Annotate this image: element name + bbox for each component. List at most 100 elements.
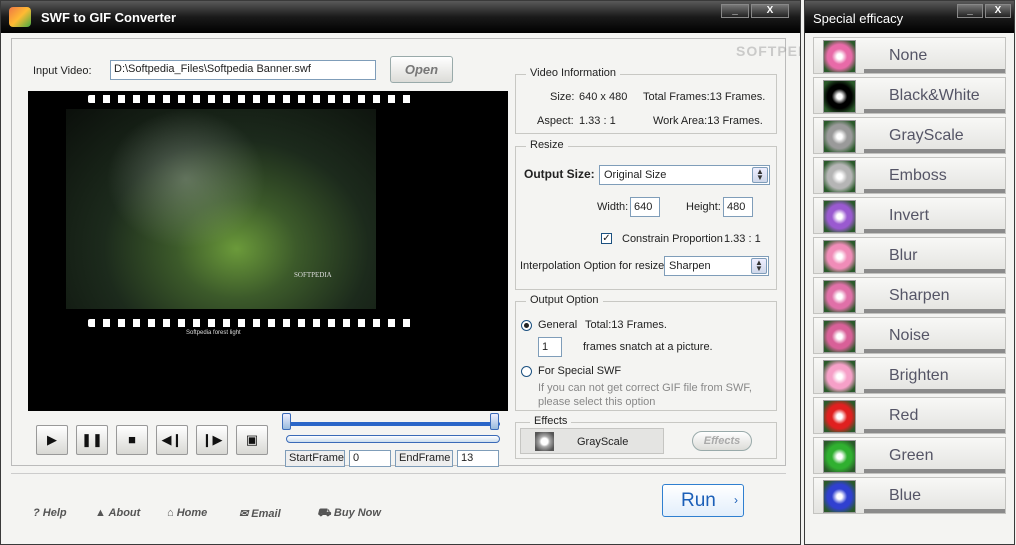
range-start-handle[interactable] xyxy=(282,413,291,430)
height-stepper[interactable]: 480 xyxy=(723,197,753,217)
help-label: Help xyxy=(42,507,67,519)
end-frame-field[interactable]: 13 xyxy=(457,450,499,467)
snatch-stepper[interactable]: 1 xyxy=(538,337,562,357)
effect-item-underline xyxy=(864,349,1005,353)
effect-item-brighten[interactable]: Brighten xyxy=(813,357,1006,394)
start-frame-field[interactable]: 0 xyxy=(349,450,391,467)
effects-close-button[interactable]: X xyxy=(985,4,1011,18)
effect-item-label: Blue xyxy=(889,487,922,504)
special-hint-2: please select this option xyxy=(538,396,656,408)
content-frame: Input Video: D:\Softpedia_Files\Softpedi… xyxy=(11,38,786,467)
effect-item-label: GrayScale xyxy=(889,127,964,144)
effect-item-label: Black&White xyxy=(889,87,980,104)
footer-bar: ? Help ▲ About ⌂ Home ✉ Email ⛟ Buy Now … xyxy=(11,473,786,529)
video-info-legend: Video Information xyxy=(526,67,621,79)
effect-item-noise[interactable]: Noise xyxy=(813,317,1006,354)
run-button[interactable]: Run › xyxy=(662,484,744,517)
main-window: SWF to GIF Converter _ X Input Video: D:… xyxy=(0,0,801,545)
flower-thumbnail-icon xyxy=(823,240,856,273)
effect-item-green[interactable]: Green xyxy=(813,437,1006,474)
effect-item-red[interactable]: Red xyxy=(813,397,1006,434)
effect-item-underline xyxy=(864,269,1005,273)
effect-item-label: Invert xyxy=(889,207,930,224)
softpedia-watermark: SOFTPEDIA xyxy=(736,43,800,59)
constrain-label: Constrain Proportion xyxy=(622,233,723,245)
effect-item-sharpen[interactable]: Sharpen xyxy=(813,277,1006,314)
about-label: About xyxy=(108,507,141,519)
effects-titlebar[interactable]: Special efficacy _ X xyxy=(805,1,1014,33)
effects-legend: Effects xyxy=(530,415,572,427)
flower-thumbnail-icon xyxy=(823,480,856,513)
interp-select[interactable]: Sharpen ▲ ▼ xyxy=(664,256,769,276)
question-icon: ? xyxy=(33,507,43,519)
home-icon: ⌂ xyxy=(167,507,177,519)
output-option-legend: Output Option xyxy=(526,294,603,306)
effect-item-underline xyxy=(864,509,1005,513)
home-link[interactable]: ⌂ Home xyxy=(167,507,207,519)
open-button[interactable]: Open xyxy=(390,56,453,83)
effect-item-blue[interactable]: Blue xyxy=(813,477,1006,514)
frame-range-track[interactable] xyxy=(286,422,500,426)
effect-item-underline xyxy=(864,109,1005,113)
effect-item-blur[interactable]: Blur xyxy=(813,237,1006,274)
range-end-handle[interactable] xyxy=(490,413,499,430)
general-radio[interactable] xyxy=(521,320,532,331)
buy-now-link[interactable]: ⛟ Buy Now xyxy=(317,507,381,521)
play-button[interactable]: ▶ xyxy=(36,425,68,455)
email-link[interactable]: ✉ Email xyxy=(239,507,281,520)
special-swf-radio[interactable] xyxy=(521,366,532,377)
size-value: 640 x 480 xyxy=(579,91,628,103)
app-logo-icon xyxy=(9,7,31,27)
effects-button[interactable]: Effects xyxy=(692,431,752,451)
input-video-field[interactable]: D:\Softpedia_Files\Softpedia Banner.swf xyxy=(110,60,376,80)
email-label: Email xyxy=(251,508,281,520)
effect-item-label: Blur xyxy=(889,247,918,264)
stop-button[interactable]: ■ xyxy=(116,425,148,455)
start-frame-label: StartFrame xyxy=(285,450,345,467)
main-close-button[interactable]: X xyxy=(751,4,789,18)
person-icon: ▲ xyxy=(95,507,109,519)
general-label: General xyxy=(538,319,578,331)
special-hint-1: If you can not get correct GIF file from… xyxy=(538,382,752,394)
about-link[interactable]: ▲ About xyxy=(95,507,140,519)
film-strip-bottom xyxy=(88,319,418,327)
effect-item-grayscale[interactable]: GrayScale xyxy=(813,117,1006,154)
resize-group: Resize Output Size: Original Size ▲ ▼ Wid… xyxy=(515,139,777,290)
output-size-label: Output Size: xyxy=(524,167,595,181)
output-option-group: Output Option General Total:13 Frames. 1… xyxy=(515,294,777,411)
main-minimize-button[interactable]: _ xyxy=(721,4,749,18)
interp-label: Interpolation Option for resize: xyxy=(520,260,668,272)
snapshot-camera-button[interactable]: ▣ xyxy=(236,425,268,455)
help-link[interactable]: ? Help xyxy=(33,507,67,519)
preview-caption: Softpedia forest light xyxy=(186,330,241,336)
aspect-value: 1.33 : 1 xyxy=(579,115,616,127)
effect-item-underline xyxy=(864,309,1005,313)
main-titlebar[interactable]: SWF to GIF Converter _ X xyxy=(1,1,800,33)
effect-item-emboss[interactable]: Emboss xyxy=(813,157,1006,194)
buy-now-label: Buy Now xyxy=(333,507,381,519)
chevron-updown-icon: ▲ ▼ xyxy=(751,258,767,274)
effects-window: Special efficacy _ X None Black&White Gray… xyxy=(804,0,1015,545)
effects-minimize-button[interactable]: _ xyxy=(957,4,983,18)
constrain-checkbox[interactable]: ✓ xyxy=(601,233,612,244)
effect-item-invert[interactable]: Invert xyxy=(813,197,1006,234)
width-label: Width: xyxy=(597,201,629,213)
width-stepper[interactable]: 640 xyxy=(630,197,660,217)
prev-frame-button[interactable]: ◀❙ xyxy=(156,425,188,455)
current-effect-name: GrayScale xyxy=(577,436,629,448)
frame-progress-bar[interactable] xyxy=(286,435,500,443)
height-label: Height: xyxy=(686,201,721,213)
effect-item-label: Sharpen xyxy=(889,287,950,304)
run-arrow-icon: › xyxy=(734,493,738,507)
next-frame-button[interactable]: ❙▶ xyxy=(196,425,228,455)
constrain-ratio: 1.33 : 1 xyxy=(724,233,761,245)
main-title: SWF to GIF Converter xyxy=(41,10,177,25)
output-size-select[interactable]: Original Size ▲ ▼ xyxy=(599,165,770,185)
pause-button[interactable]: ❚❚ xyxy=(76,425,108,455)
effects-list: None Black&White GrayScale Emboss Invert Blur… xyxy=(805,37,1014,527)
flower-thumbnail-icon xyxy=(823,400,856,433)
effect-item-black-white[interactable]: Black&White xyxy=(813,77,1006,114)
effect-item-none[interactable]: None xyxy=(813,37,1006,74)
flower-thumbnail-icon xyxy=(823,440,856,473)
effect-item-underline xyxy=(864,229,1005,233)
